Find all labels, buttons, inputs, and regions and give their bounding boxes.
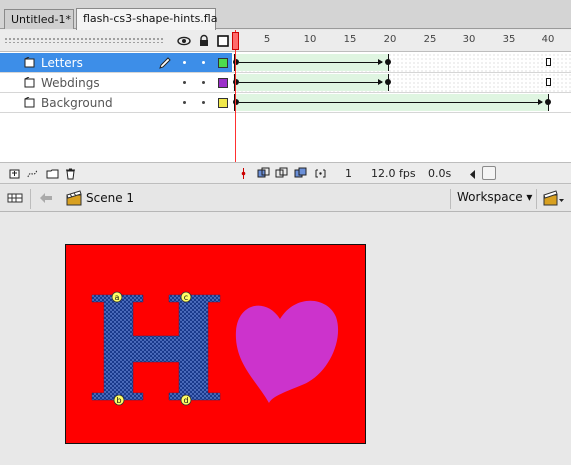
stage[interactable]: a c b d bbox=[65, 244, 366, 444]
outline-color-swatch[interactable] bbox=[218, 58, 228, 68]
lock-dot[interactable] bbox=[202, 61, 205, 64]
workspace-label: Workspace bbox=[457, 190, 523, 204]
layer-frames[interactable] bbox=[232, 93, 571, 112]
visibility-dot[interactable] bbox=[183, 101, 186, 104]
visibility-dot[interactable] bbox=[183, 81, 186, 84]
layer-row-background[interactable]: Background bbox=[0, 93, 571, 113]
ruler-label: 25 bbox=[423, 34, 437, 45]
document-tab-bar: Untitled-1* flash-cs3-shape-hints.fla bbox=[0, 0, 571, 30]
timeline-header: 1 5 10 15 20 25 30 35 40 bbox=[0, 30, 571, 52]
insert-folder-icon[interactable] bbox=[46, 167, 59, 180]
keyframe[interactable] bbox=[545, 99, 551, 105]
ruler-label: 5 bbox=[263, 34, 271, 45]
onion-skin-icon[interactable] bbox=[257, 167, 270, 180]
separator bbox=[450, 189, 451, 209]
frame-ruler[interactable]: 1 5 10 15 20 25 30 35 40 bbox=[232, 30, 571, 52]
layer-name-cell[interactable]: Webdings bbox=[0, 73, 232, 92]
svg-text:a: a bbox=[115, 293, 120, 302]
layer-name-cell[interactable]: Letters bbox=[0, 53, 232, 72]
insert-layer-icon[interactable] bbox=[8, 167, 21, 180]
keyframe[interactable] bbox=[385, 59, 391, 65]
svg-text:b: b bbox=[116, 396, 121, 405]
current-frame-readout: 1 bbox=[345, 167, 352, 180]
end-frame[interactable] bbox=[546, 78, 551, 86]
svg-text:c: c bbox=[184, 293, 188, 302]
outline-color-swatch[interactable] bbox=[218, 98, 228, 108]
edit-scene-icon[interactable] bbox=[543, 190, 565, 206]
tween-arrow bbox=[239, 79, 383, 85]
ruler-label: 20 bbox=[383, 34, 397, 45]
tween-arrow bbox=[239, 99, 543, 105]
frame-rate-readout[interactable]: 12.0 fps bbox=[371, 167, 416, 180]
separator bbox=[30, 189, 31, 209]
ruler-label: 40 bbox=[541, 34, 555, 45]
onion-skin-outlines-icon[interactable] bbox=[275, 167, 288, 180]
layer-name: Webdings bbox=[41, 76, 100, 90]
timeline-footer: 1 12.0 fps 0.0s bbox=[0, 162, 571, 184]
ruler-label: 15 bbox=[343, 34, 357, 45]
chevron-down-icon: ▾ bbox=[526, 190, 533, 204]
elapsed-time-readout: 0.0s bbox=[428, 167, 452, 180]
scene-clapper-icon bbox=[66, 190, 82, 206]
shape-hint-d[interactable]: d bbox=[180, 394, 192, 406]
shape-hint-a[interactable]: a bbox=[111, 291, 123, 303]
shape-hint-b[interactable]: b bbox=[113, 394, 125, 406]
edit-bar: Scene 1 Workspace ▾ bbox=[0, 185, 571, 212]
stage-canvas[interactable]: a c b d bbox=[66, 245, 365, 443]
keyframe[interactable] bbox=[233, 99, 239, 105]
lock-icon[interactable] bbox=[197, 34, 211, 48]
layer-frames[interactable] bbox=[232, 53, 571, 72]
ruler-label: 10 bbox=[303, 34, 317, 45]
center-frame-icon[interactable] bbox=[237, 167, 250, 180]
lock-dot[interactable] bbox=[202, 81, 205, 84]
arrow-left-icon[interactable] bbox=[38, 191, 54, 205]
tween-arrow bbox=[239, 59, 383, 65]
layer-name-cell[interactable]: Background bbox=[0, 93, 232, 112]
layer-name: Letters bbox=[41, 56, 83, 70]
modify-onion-markers-icon[interactable] bbox=[314, 167, 327, 180]
layer-row-webdings[interactable]: Webdings bbox=[0, 73, 571, 93]
tab-untitled-1[interactable]: Untitled-1* bbox=[4, 9, 74, 29]
separator bbox=[536, 189, 537, 209]
pencil-icon bbox=[159, 57, 171, 69]
timeline-panel: 1 5 10 15 20 25 30 35 40 Letters bbox=[0, 30, 571, 184]
panel-grip[interactable] bbox=[4, 37, 164, 43]
playhead[interactable] bbox=[232, 32, 239, 50]
timeline-toggle-icon[interactable] bbox=[6, 190, 24, 206]
trash-icon[interactable] bbox=[64, 167, 77, 180]
layer-icon bbox=[24, 77, 35, 88]
svg-text:d: d bbox=[183, 396, 188, 405]
edit-multiple-frames-icon[interactable] bbox=[294, 167, 307, 180]
layer-frames[interactable] bbox=[232, 73, 571, 92]
layer-icon bbox=[24, 97, 35, 108]
outline-icon[interactable] bbox=[216, 34, 230, 48]
scene-label: Scene 1 bbox=[86, 191, 135, 205]
tab-flash-cs3-shape-hints[interactable]: flash-cs3-shape-hints.fla bbox=[76, 8, 217, 30]
end-frame[interactable] bbox=[546, 58, 551, 66]
scrollbar-thumb[interactable] bbox=[482, 166, 496, 180]
keyframe[interactable] bbox=[385, 79, 391, 85]
ruler-label: 30 bbox=[462, 34, 476, 45]
lock-dot[interactable] bbox=[202, 101, 205, 104]
layer-icon bbox=[24, 57, 35, 68]
visibility-dot[interactable] bbox=[183, 61, 186, 64]
ruler-label: 35 bbox=[502, 34, 516, 45]
eye-icon[interactable] bbox=[177, 34, 191, 48]
add-motion-guide-icon[interactable] bbox=[26, 167, 39, 180]
layer-row-letters[interactable]: Letters bbox=[0, 53, 571, 73]
shape-hint-c[interactable]: c bbox=[180, 291, 192, 303]
keyframe[interactable] bbox=[233, 59, 239, 65]
layer-name: Background bbox=[41, 96, 113, 110]
workspace-button[interactable]: Workspace ▾ bbox=[457, 190, 532, 204]
outline-color-swatch[interactable] bbox=[218, 78, 228, 88]
